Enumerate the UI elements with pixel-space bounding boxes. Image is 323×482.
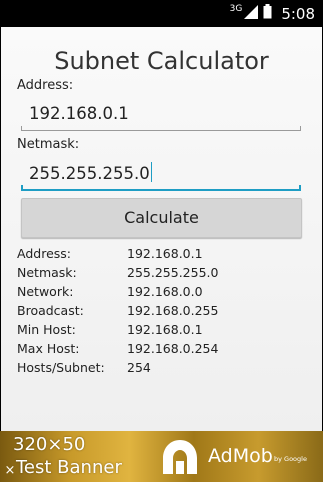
- admob-by-label: by Google: [274, 455, 307, 463]
- results-list: Address: 192.168.0.1 Netmask: 255.255.255.…: [17, 244, 218, 377]
- admob-logo-icon: [160, 437, 200, 477]
- result-key: Address:: [17, 246, 71, 261]
- result-key: Network:: [17, 284, 74, 299]
- result-row: Address: 192.168.0.1: [17, 244, 218, 263]
- result-key: Hosts/Subnet:: [17, 360, 105, 375]
- signal-icon: [244, 4, 259, 23]
- result-key: Netmask:: [17, 265, 77, 280]
- result-value: 254: [127, 360, 151, 375]
- subnet-calculator-screen: Subnet Calculator Address: 192.168.0.1 N…: [1, 27, 322, 431]
- result-key: Min Host:: [17, 322, 76, 337]
- ad-test-label: Test Banner: [16, 457, 122, 478]
- status-bar: 3G 5:08: [0, 0, 323, 27]
- battery-icon: [263, 4, 272, 23]
- ad-close-button[interactable]: ×: [3, 464, 17, 478]
- result-row: Min Host: 192.168.0.1: [17, 320, 218, 339]
- address-field[interactable]: 192.168.0.1: [21, 101, 301, 131]
- result-key: Max Host:: [17, 341, 80, 356]
- calculate-button[interactable]: Calculate: [21, 198, 302, 238]
- clock: 5:08: [281, 4, 315, 23]
- result-value: 192.168.0.1: [127, 246, 203, 261]
- result-row: Max Host: 192.168.0.254: [17, 339, 218, 358]
- ad-size-label: 320×50: [13, 434, 86, 455]
- status-icons: 3G 5:08: [230, 0, 315, 27]
- address-field-value: 192.168.0.1: [29, 104, 129, 123]
- admob-brand-label: AdMob: [208, 445, 273, 467]
- result-row: Netmask: 255.255.255.0: [17, 263, 218, 282]
- ad-banner[interactable]: 320×50 Test Banner × AdMob by Google: [0, 431, 323, 482]
- netmask-label: Netmask:: [17, 137, 80, 152]
- result-value: 192.168.0.1: [127, 322, 203, 337]
- netmask-field[interactable]: 255.255.255.0: [21, 161, 301, 191]
- result-value: 192.168.0.254: [127, 341, 219, 356]
- result-value: 192.168.0.0: [127, 284, 203, 299]
- netmask-field-value: 255.255.255.0: [29, 164, 150, 183]
- result-row: Broadcast: 192.168.0.255: [17, 301, 218, 320]
- result-row: Hosts/Subnet: 254: [17, 358, 218, 377]
- network-type-label: 3G: [229, 3, 243, 14]
- text-cursor: [150, 162, 153, 182]
- page-title: Subnet Calculator: [54, 47, 269, 75]
- result-key: Broadcast:: [17, 303, 84, 318]
- result-row: Network: 192.168.0.0: [17, 282, 218, 301]
- address-label: Address:: [17, 78, 74, 93]
- result-value: 255.255.255.0: [127, 265, 219, 280]
- result-value: 192.168.0.255: [127, 303, 219, 318]
